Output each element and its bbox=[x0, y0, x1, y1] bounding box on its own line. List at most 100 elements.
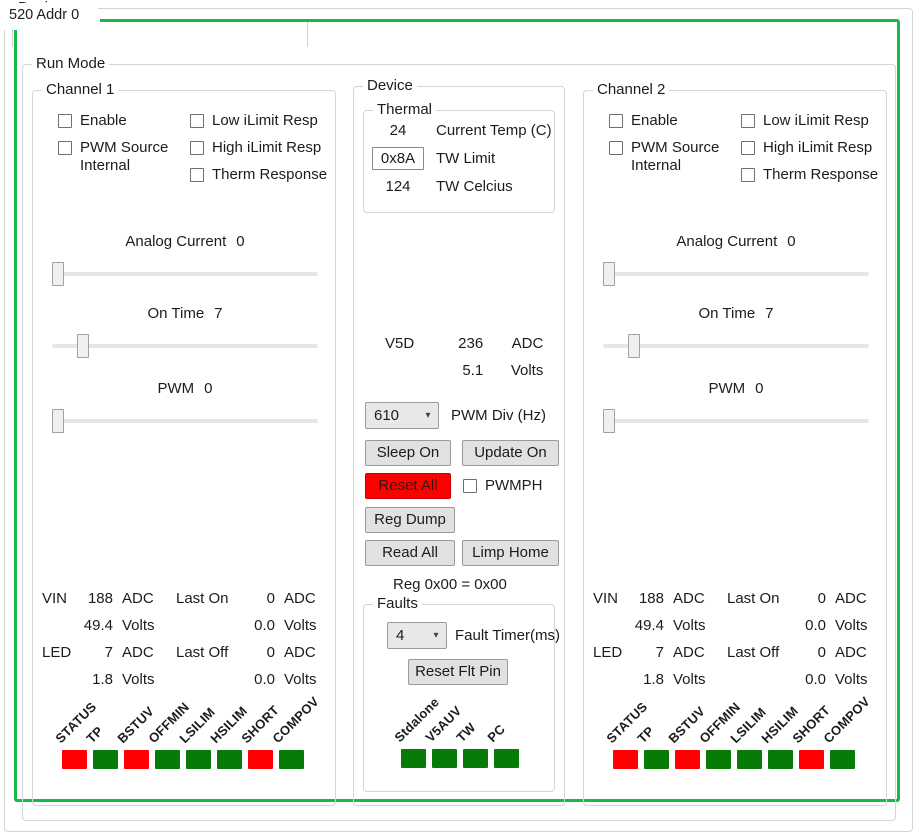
ch2-pwm-slider[interactable] bbox=[603, 408, 869, 434]
tw-celcius-value: 124 bbox=[385, 178, 411, 195]
ch2-led-tp bbox=[644, 750, 669, 769]
ch2-therm-response-row[interactable]: Therm Response bbox=[741, 166, 878, 184]
ch1-led-lsilim bbox=[186, 750, 211, 769]
ch2-high-ilimit-resp-checkbox[interactable] bbox=[741, 141, 755, 155]
ch1-analog-current-track bbox=[52, 272, 318, 276]
ch2-analog-current-thumb[interactable] bbox=[603, 262, 615, 286]
ch1-led-compov bbox=[279, 750, 304, 769]
ch2-readout-row-vin: VIN 188 ADC Last On 0 ADC bbox=[593, 590, 881, 617]
ch1-vin-volts: 49.4 bbox=[83, 617, 113, 634]
ch2-therm-response-checkbox[interactable] bbox=[741, 168, 755, 182]
ch2-analog-current-slider[interactable] bbox=[603, 261, 869, 287]
ch2-on-time-slider[interactable] bbox=[603, 333, 869, 359]
fault-timer-select[interactable]: 4 ▾ bbox=[387, 622, 447, 649]
v5d-adc-unit: ADC bbox=[511, 335, 544, 352]
faults-led-row bbox=[401, 749, 525, 768]
ch1-vin-volts-unit: Volts bbox=[122, 617, 155, 634]
ch2-pwm-source-label: PWM Source bbox=[631, 139, 720, 156]
ch1-low-ilimit-resp-row[interactable]: Low iLimit Resp bbox=[190, 112, 318, 130]
reset-flt-pin-button[interactable]: Reset Flt Pin bbox=[408, 659, 508, 685]
ch2-laston-adc: 0 bbox=[817, 590, 826, 607]
ch1-pwm-source-label-line2: Internal bbox=[80, 157, 131, 174]
ch2-high-ilimit-resp-row[interactable]: High iLimit Resp bbox=[741, 139, 872, 157]
ch2-low-ilimit-resp-checkbox[interactable] bbox=[741, 114, 755, 128]
ch1-led-bstuv bbox=[124, 750, 149, 769]
ch1-on-time-slider[interactable] bbox=[52, 333, 318, 359]
ch2-lastoff-adc: 0 bbox=[817, 644, 826, 661]
ch2-pwm-source-checkbox[interactable] bbox=[609, 141, 623, 155]
ch2-on-time-thumb[interactable] bbox=[628, 334, 641, 358]
limp-home-button[interactable]: Limp Home bbox=[462, 540, 559, 566]
pwmph-checkbox-row[interactable]: PWMPH bbox=[463, 477, 543, 495]
ch1-on-time-value: 7 bbox=[214, 305, 223, 322]
pwm-div-select[interactable]: 610 ▾ bbox=[365, 402, 439, 429]
ch1-pwm-source-checkbox-row[interactable]: PWM Source Internal bbox=[58, 139, 168, 175]
ch1-lastoff-label: Last Off bbox=[176, 644, 229, 661]
update-on-button[interactable]: Update On bbox=[462, 440, 559, 466]
ch1-pwm-slider[interactable] bbox=[52, 408, 318, 434]
v5d-adc-value: 236 bbox=[458, 335, 484, 352]
reset-all-button[interactable]: Reset All bbox=[365, 473, 451, 499]
tab-520-addr-0[interactable]: 520 Addr 0 bbox=[2, 3, 98, 30]
ch2-status-led-row bbox=[613, 750, 861, 769]
ch2-readout-row-led-volts: 1.8 Volts 0.0 Volts bbox=[593, 671, 881, 698]
ch2-low-ilimit-resp-row[interactable]: Low iLimit Resp bbox=[741, 112, 869, 130]
ch1-on-time-thumb[interactable] bbox=[77, 334, 90, 358]
ch2-readout-row-vin-volts: 49.4 Volts 0.0 Volts bbox=[593, 617, 881, 644]
ch2-blank-2 bbox=[721, 617, 797, 644]
ch2-pwm-source-checkbox-row[interactable]: PWM Source Internal bbox=[609, 139, 719, 175]
ch2-enable-checkbox-row[interactable]: Enable bbox=[609, 112, 678, 130]
ch1-therm-response-row[interactable]: Therm Response bbox=[190, 166, 327, 184]
ch2-led-short bbox=[799, 750, 824, 769]
ch2-blank-3 bbox=[593, 671, 629, 698]
ch1-led-label: LED bbox=[42, 644, 72, 661]
ch1-analog-current-thumb[interactable] bbox=[52, 262, 64, 286]
v5d-volts-unit: Volts bbox=[510, 362, 544, 379]
reg-dump-button[interactable]: Reg Dump bbox=[365, 507, 455, 533]
ch1-status-led-block: STATUS TP BSTUV OFFMIN LSILIM HSILIM SHO… bbox=[52, 694, 322, 778]
ch2-vin-volts-unit: Volts bbox=[673, 617, 706, 634]
ch1-blank-1 bbox=[42, 617, 78, 644]
read-all-button[interactable]: Read All bbox=[365, 540, 455, 566]
ch1-vin-adc: 188 bbox=[87, 590, 113, 607]
tw-celcius-label: TW Celcius bbox=[436, 178, 513, 195]
device-tab-strip bbox=[12, 17, 901, 47]
ch1-high-ilimit-resp-checkbox[interactable] bbox=[190, 141, 204, 155]
sleep-on-button[interactable]: Sleep On bbox=[365, 440, 451, 466]
ch1-therm-response-checkbox[interactable] bbox=[190, 168, 204, 182]
ch1-low-ilimit-resp-checkbox[interactable] bbox=[190, 114, 204, 128]
tw-limit-input[interactable]: 0x8A bbox=[372, 147, 424, 170]
ch1-blank-3 bbox=[42, 671, 78, 698]
channel-2-groupbox: Channel 2 Enable PWM Source Internal Low… bbox=[583, 81, 887, 806]
ch1-pwm-source-checkbox[interactable] bbox=[58, 141, 72, 155]
ch1-vin-label: VIN bbox=[42, 590, 68, 607]
ch2-low-ilimit-resp-label: Low iLimit Resp bbox=[763, 112, 869, 129]
ch2-pwm-thumb[interactable] bbox=[603, 409, 615, 433]
ch1-led-adc-unit: ADC bbox=[122, 644, 154, 661]
ch2-analog-current-caption: Analog Current 0 bbox=[603, 233, 869, 250]
fault-led-pc bbox=[494, 749, 519, 768]
ch2-pwm-caption: PWM 0 bbox=[603, 380, 869, 397]
ch1-enable-checkbox[interactable] bbox=[58, 114, 72, 128]
ch2-led-offmin bbox=[706, 750, 731, 769]
run-mode-groupbox: Run Mode Channel 1 Enable PWM Source Int bbox=[22, 55, 896, 821]
ch2-vin-adc-unit: ADC bbox=[673, 590, 705, 607]
ch2-led-adc-unit: ADC bbox=[673, 644, 705, 661]
ch2-analog-current-value: 0 bbox=[787, 233, 796, 250]
ch1-readout: VIN 188 ADC Last On 0 ADC 49.4 Volts 0.0… bbox=[42, 590, 330, 698]
ch1-pwm-thumb[interactable] bbox=[52, 409, 64, 433]
ch1-status-led-labels: STATUS TP BSTUV OFFMIN LSILIM HSILIM SHO… bbox=[52, 694, 322, 746]
fault-led-stdalone bbox=[401, 749, 426, 768]
ch2-enable-checkbox[interactable] bbox=[609, 114, 623, 128]
ch2-led-status bbox=[613, 750, 638, 769]
ch1-enable-checkbox-row[interactable]: Enable bbox=[58, 112, 127, 130]
ch2-laston-label: Last On bbox=[727, 590, 780, 607]
ch1-high-ilimit-resp-row[interactable]: High iLimit Resp bbox=[190, 139, 321, 157]
ch1-led-status bbox=[62, 750, 87, 769]
device-groupbox: Device Thermal 24 Current Temp (C) 0x8A … bbox=[353, 77, 565, 806]
pwmph-checkbox[interactable] bbox=[463, 479, 477, 493]
ch1-high-ilimit-resp-label: High iLimit Resp bbox=[212, 139, 322, 156]
ch2-on-time-value: 7 bbox=[765, 305, 774, 322]
ch1-analog-current-slider[interactable] bbox=[52, 261, 318, 287]
ch1-on-time-track bbox=[52, 344, 318, 348]
